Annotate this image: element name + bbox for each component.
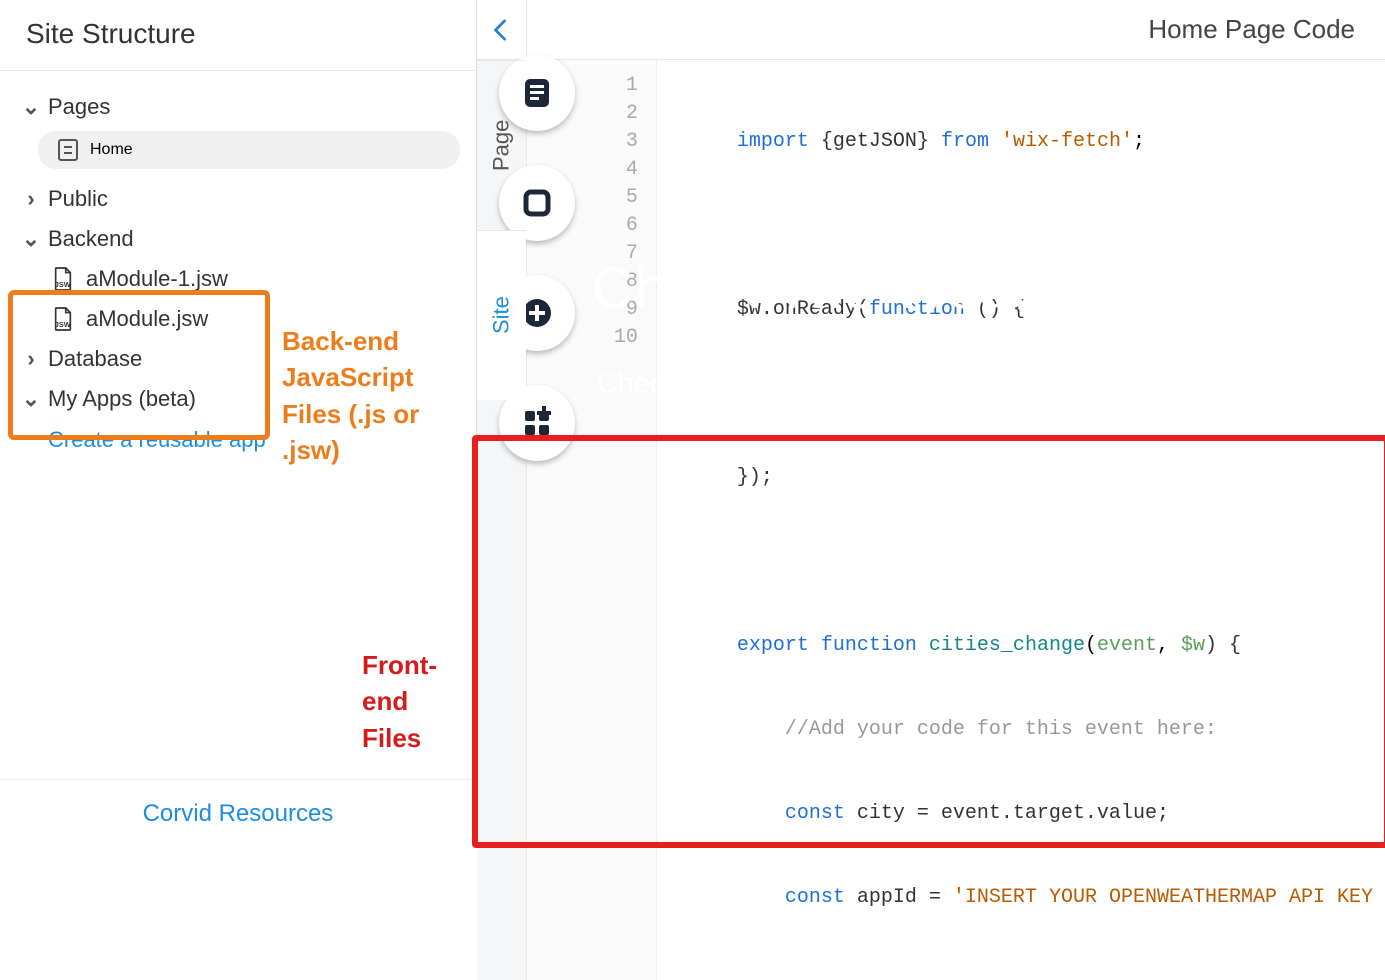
sidebar-title: Site Structure bbox=[0, 0, 476, 71]
chevron-down-icon bbox=[20, 226, 42, 252]
code-tabs: Page Site bbox=[477, 60, 527, 980]
code-title: Home Page Code bbox=[527, 14, 1385, 45]
chevron-left-icon bbox=[490, 16, 512, 44]
chevron-right-icon bbox=[20, 346, 42, 372]
jsw-file-icon: JSW bbox=[52, 267, 74, 291]
jsw-file-icon: JSW bbox=[52, 307, 74, 331]
code-back-button[interactable] bbox=[477, 0, 527, 60]
code-panel: Home Page Code Page Site 1 2 3 4 5 6 7 bbox=[477, 0, 1385, 980]
tree-pages[interactable]: Pages bbox=[10, 87, 466, 127]
chevron-down-icon bbox=[20, 386, 42, 412]
svg-text:JSW: JSW bbox=[55, 320, 71, 329]
sidebar: Site Structure Pages Home Public Backend bbox=[0, 0, 477, 848]
corvid-resources-link[interactable]: Corvid Resources bbox=[0, 779, 476, 848]
code-editor[interactable]: 1 2 3 4 5 6 7 8 9 10 import {getJSON} fr… bbox=[527, 60, 1385, 980]
annotation-frontend-text: Front-end Files bbox=[362, 647, 476, 756]
hero-subtitle: Check weather status in your favorite ci… bbox=[597, 368, 1148, 401]
backend-file[interactable]: JSW aModule-1.jsw bbox=[32, 259, 466, 299]
main-area: Check The Weather Check weather status i… bbox=[477, 0, 1385, 848]
tree-page-home[interactable]: Home bbox=[38, 131, 460, 169]
tree-backend[interactable]: Backend bbox=[10, 219, 466, 259]
hero-title: Check The Weather bbox=[592, 255, 1114, 322]
apps-grid-icon bbox=[517, 403, 557, 443]
tab-page[interactable]: Page bbox=[477, 60, 526, 230]
tab-site[interactable]: Site bbox=[477, 230, 526, 400]
annotation-backend-text: Back-end JavaScript Files (.js or .jsw) bbox=[282, 323, 476, 469]
code-header: Home Page Code bbox=[477, 0, 1385, 60]
site-tree: Pages Home Public Backend JSW bbox=[0, 71, 476, 779]
page-icon bbox=[58, 139, 78, 161]
svg-text:JSW: JSW bbox=[55, 280, 71, 289]
chevron-right-icon bbox=[20, 186, 42, 212]
code-lines: import {getJSON} from 'wix-fetch'; $w.on… bbox=[657, 60, 1385, 980]
chevron-down-icon bbox=[20, 94, 42, 120]
tree-public[interactable]: Public bbox=[10, 179, 466, 219]
